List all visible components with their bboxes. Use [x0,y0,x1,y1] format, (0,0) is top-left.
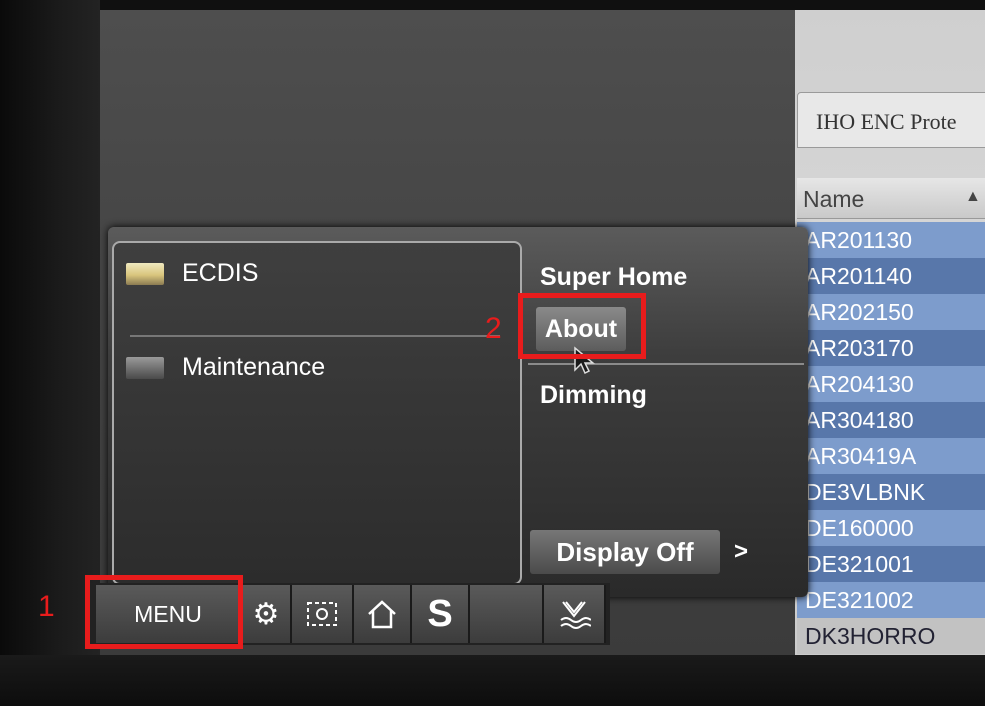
super-home-button[interactable]: Super Home [540,263,687,292]
menu-divider [130,335,500,337]
settings-button[interactable]: ⚙ [242,585,292,643]
enc-list-panel: IHO ENC Prote Name ▲ AR201130 AR201140 A… [795,10,985,655]
target-button[interactable] [292,585,354,643]
ecdis-app-icon [126,262,164,285]
column-header-name[interactable]: Name ▲ [797,178,985,219]
highlight-box-menu [85,575,243,649]
menu-divider [528,363,804,365]
list-item[interactable]: DK3HORRO [797,618,985,654]
sort-ascending-icon: ▲ [965,188,981,205]
system-menu-popup: ECDIS Maintenance Super Home About Dimmi… [108,227,808,597]
list-item[interactable]: AR201130 [797,222,985,258]
home-icon [368,600,396,629]
monitor-bezel-top [0,0,985,10]
list-item[interactable]: DE321001 [797,546,985,582]
list-item[interactable]: AR30419A [797,438,985,474]
s-button[interactable]: S [412,585,470,643]
tab-iho-enc[interactable]: IHO ENC Prote [797,92,985,148]
menu-item-maintenance[interactable]: Maintenance [126,353,325,382]
enc-list: AR201130 AR201140 AR202150 AR203170 AR20… [797,222,985,654]
s-icon: S [427,592,453,635]
target-icon [307,602,337,626]
dimming-button[interactable]: Dimming [540,381,647,410]
alarm-button[interactable] [544,585,606,643]
list-item[interactable]: AR202150 [797,294,985,330]
tab-label: IHO ENC Prote [816,109,957,134]
list-item[interactable]: DE3VLBNK [797,474,985,510]
monitor-bezel-bottom [0,655,985,706]
list-item[interactable]: AR304180 [797,402,985,438]
display-off-button[interactable]: Display Off [530,530,720,574]
menu-item-ecdis[interactable]: ECDIS [126,259,258,288]
home-button[interactable] [354,585,412,643]
display-off-arrow[interactable]: > [734,538,748,566]
list-item[interactable]: AR203170 [797,330,985,366]
gear-icon: ⚙ [252,597,280,631]
list-item[interactable]: DE160000 [797,510,985,546]
callout-1: 1 [38,590,55,623]
maintenance-app-icon [126,356,164,379]
list-item[interactable]: DE321002 [797,582,985,618]
menu-item-label: ECDIS [182,259,259,287]
column-header-label: Name [803,186,865,212]
highlight-box-about [518,293,646,359]
application-list: ECDIS Maintenance [112,241,522,585]
list-item[interactable]: AR201140 [797,258,985,294]
anchor-icon [560,601,591,629]
list-item[interactable]: AR204130 [797,366,985,402]
blank-button[interactable] [470,585,544,643]
callout-2: 2 [485,312,502,345]
menu-item-label: Maintenance [182,353,326,381]
